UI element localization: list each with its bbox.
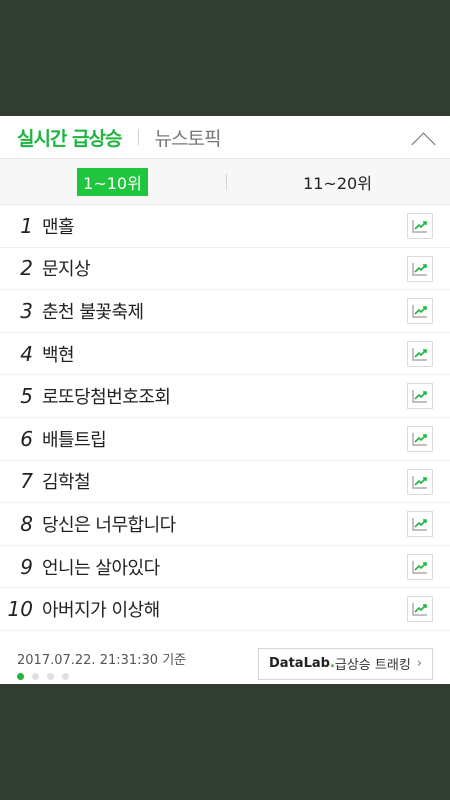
trend-chart-icon[interactable] (407, 468, 433, 495)
rank-number: 9 (20, 554, 33, 579)
tab-rank-11-20[interactable]: 11~20위 (225, 159, 450, 204)
rank-number: 7 (20, 469, 33, 494)
keyword-text[interactable]: 백현 (42, 341, 75, 367)
chevron-right-icon: › (416, 656, 422, 672)
page-indicator (17, 672, 69, 680)
trend-chart-icon[interactable] (407, 255, 433, 282)
tab-rank-1-10[interactable]: 1~10위 (0, 159, 225, 204)
tab-realtime-rising[interactable]: 실시간 급상승 (17, 124, 122, 151)
realtime-rising-panel: 실시간 급상승 뉴스토픽 1~10위 11~20위 1 맨홀 2 문지상 3 춘… (0, 116, 450, 684)
rank-number: 1 (20, 213, 33, 238)
keyword-text[interactable]: 배틀트립 (42, 426, 107, 452)
keyword-row[interactable]: 7 김학철 (0, 461, 450, 504)
keyword-row[interactable]: 8 당신은 너무합니다 (0, 503, 450, 546)
keyword-text[interactable]: 김학철 (42, 468, 91, 494)
trend-chart-icon[interactable] (407, 425, 433, 452)
rank-number: 3 (20, 298, 33, 323)
keyword-text[interactable]: 맨홀 (42, 213, 75, 239)
trend-chart-icon[interactable] (407, 298, 433, 325)
trend-chart-icon[interactable] (407, 553, 433, 580)
keyword-text[interactable]: 아버지가 이상해 (42, 596, 160, 622)
keyword-text[interactable]: 언니는 살아있다 (42, 554, 160, 580)
rank-number: 4 (20, 341, 33, 366)
keyword-row[interactable]: 10 아버지가 이상해 (0, 588, 450, 631)
page-dot[interactable] (47, 672, 54, 680)
keyword-row[interactable]: 6 배틀트립 (0, 418, 450, 461)
rank-number: 8 (20, 511, 33, 536)
keyword-text[interactable]: 로또당첨번호조회 (42, 383, 171, 409)
rank-number: 2 (20, 256, 33, 281)
rank-number: 5 (20, 384, 33, 409)
keyword-row[interactable]: 1 맨홀 (0, 205, 450, 248)
panel-header: 실시간 급상승 뉴스토픽 (0, 116, 450, 159)
panel-footer: 2017.07.22. 21:31:30 기준 DataLab. 급상승 트래킹 › (0, 631, 450, 695)
keyword-list: 1 맨홀 2 문지상 3 춘천 불꽃축제 4 백현 5 로또당첨번호조회 6 배… (0, 205, 450, 631)
tab-divider (137, 129, 139, 145)
tab-rank-11-20-label: 11~20위 (303, 173, 372, 193)
range-divider (226, 174, 227, 190)
keyword-row[interactable]: 2 문지상 (0, 248, 450, 291)
keyword-text[interactable]: 문지상 (42, 255, 91, 281)
keyword-text[interactable]: 당신은 너무합니다 (42, 511, 176, 537)
rank-number: 6 (20, 426, 33, 451)
chevron-up-icon[interactable] (411, 132, 436, 157)
datalab-tracking-button[interactable]: DataLab. 급상승 트래킹 › (258, 647, 433, 680)
trend-chart-icon[interactable] (407, 213, 433, 239)
keyword-row[interactable]: 9 언니는 살아있다 (0, 546, 450, 589)
tab-rank-1-10-label: 1~10위 (77, 167, 148, 196)
trend-chart-icon[interactable] (407, 340, 433, 367)
tab-news-topic[interactable]: 뉴스토픽 (155, 124, 222, 151)
page-dot[interactable] (62, 672, 69, 680)
rank-number: 10 (7, 597, 33, 622)
page-dot[interactable] (17, 672, 24, 680)
trend-chart-icon[interactable] (407, 511, 433, 538)
keyword-row[interactable]: 4 백현 (0, 333, 450, 376)
rank-range-tabs: 1~10위 11~20위 (0, 159, 450, 205)
trend-chart-icon[interactable] (407, 383, 433, 410)
keyword-row[interactable]: 5 로또당첨번호조회 (0, 375, 450, 418)
keyword-row[interactable]: 3 춘천 불꽃축제 (0, 290, 450, 333)
datalab-brand: DataLab (269, 656, 330, 672)
datalab-label: 급상승 트래킹 (334, 658, 411, 674)
update-timestamp: 2017.07.22. 21:31:30 기준 (17, 652, 187, 668)
page-dot[interactable] (32, 672, 39, 680)
keyword-text[interactable]: 춘천 불꽃축제 (42, 298, 144, 324)
trend-chart-icon[interactable] (407, 596, 433, 623)
